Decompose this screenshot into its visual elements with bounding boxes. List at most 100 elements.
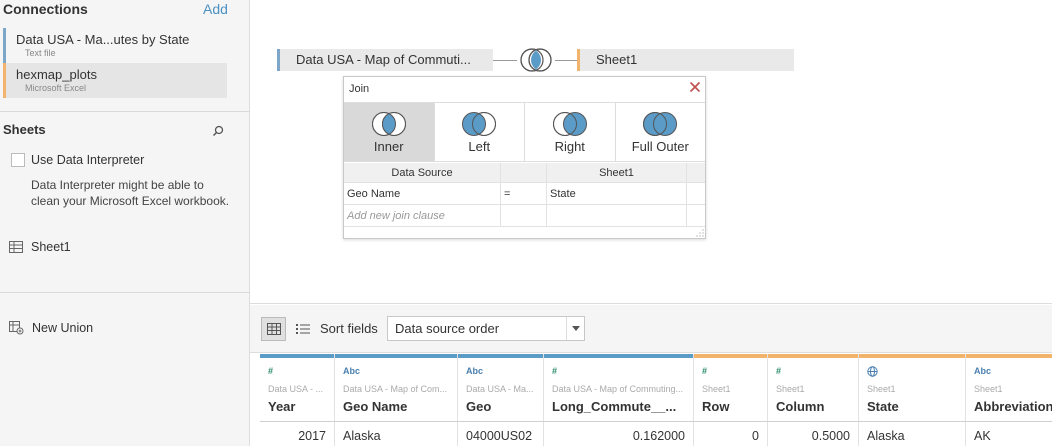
union-icon xyxy=(9,321,24,335)
string-type-icon[interactable]: Abc xyxy=(343,366,360,376)
column-source: Sheet1 xyxy=(974,384,1003,394)
column-source: Sheet1 xyxy=(867,384,896,394)
column-name: Year xyxy=(268,399,296,414)
connection-name: Data USA - Ma...utes by State xyxy=(16,32,190,47)
cell-value: 0.5000 xyxy=(811,429,850,443)
join-clause-row[interactable]: Geo Name = State xyxy=(344,183,705,205)
sort-fields-value: Data source order xyxy=(395,321,500,336)
join-type-inner[interactable]: Inner xyxy=(344,103,435,161)
column-header-row[interactable]: # Sheet1 Row 0 xyxy=(694,354,768,446)
sheet-item-label: Sheet1 xyxy=(31,240,71,254)
clause-header-spacer xyxy=(687,163,705,182)
add-join-clause[interactable]: Add new join clause xyxy=(344,205,501,226)
column-source: Data USA - ... xyxy=(268,384,324,394)
connection-item-hexmap[interactable]: hexmap_plots Microsoft Excel xyxy=(3,63,227,98)
source-color-bar xyxy=(966,354,1052,358)
sheet-grid-icon xyxy=(9,241,23,253)
grid-view-icon xyxy=(266,323,281,335)
source-color-bar xyxy=(458,354,543,358)
left-join-icon xyxy=(462,112,497,136)
join-dialog-title: Join xyxy=(349,83,370,95)
column-header-abbreviation[interactable]: Abc Sheet1 Abbreviation AK xyxy=(966,354,1052,446)
source-color-bar xyxy=(694,354,767,358)
globe-icon[interactable] xyxy=(867,366,878,377)
column-source: Data USA - Ma... xyxy=(466,384,534,394)
list-view-icon xyxy=(296,324,310,334)
column-name: Long_Commute__... xyxy=(552,399,677,414)
column-name: Abbreviation xyxy=(974,399,1052,414)
source-color-bar xyxy=(544,354,693,358)
clause-header-right: Sheet1 xyxy=(547,163,687,182)
chevron-down-icon[interactable] xyxy=(566,317,584,340)
header-row-divider xyxy=(260,421,1052,422)
source-color-bar xyxy=(260,354,334,358)
cell-value: 0 xyxy=(752,429,759,443)
join-type-full-outer[interactable]: Full Outer xyxy=(616,103,706,161)
source-color-bar xyxy=(859,354,965,358)
column-source: Data USA - Map of Com... xyxy=(343,384,448,394)
column-header-column[interactable]: # Sheet1 Column 0.5000 xyxy=(768,354,859,446)
full-outer-join-icon xyxy=(643,112,678,136)
cell-value: 2017 xyxy=(298,429,326,443)
clause-right-empty xyxy=(547,205,687,226)
join-dialog: Join Inner Left Right Full Outer Data So… xyxy=(343,76,706,239)
column-header-geo-name[interactable]: Abc Data USA - Map of Com... Geo Name Al… xyxy=(335,354,458,446)
search-icon[interactable] xyxy=(211,124,225,138)
sort-fields-select[interactable]: Data source order xyxy=(387,316,585,341)
sheet-item-sheet1[interactable]: Sheet1 xyxy=(9,240,71,254)
clause-left-field[interactable]: Geo Name xyxy=(344,183,501,204)
column-name: Geo Name xyxy=(343,399,408,414)
string-type-icon[interactable]: Abc xyxy=(974,366,991,376)
join-type-selector: Inner Left Right Full Outer xyxy=(344,102,705,162)
connection-type: Microsoft Excel xyxy=(25,83,87,93)
column-header-year[interactable]: # Data USA - ... Year 2017 xyxy=(260,354,335,446)
divider xyxy=(0,111,250,112)
number-type-icon[interactable]: # xyxy=(702,366,707,376)
left-pane: Connections Add Data USA - Ma...utes by … xyxy=(0,0,250,446)
left-table-pill[interactable]: Data USA - Map of Commuti... xyxy=(277,49,493,71)
new-union-item[interactable]: New Union xyxy=(9,321,93,335)
column-source: Sheet1 xyxy=(702,384,731,394)
data-interpreter-label: Use Data Interpreter xyxy=(31,153,145,167)
column-name: Geo xyxy=(466,399,492,414)
connection-name: hexmap_plots xyxy=(16,67,97,82)
clause-spacer xyxy=(687,205,705,226)
column-name: Row xyxy=(702,399,730,414)
clause-right-field[interactable]: State xyxy=(547,183,687,204)
join-type-label: Left xyxy=(468,139,491,154)
add-connection-link[interactable]: Add xyxy=(203,1,228,17)
data-interpreter-description: Data Interpreter might be able to clean … xyxy=(31,178,230,208)
column-header-geo[interactable]: Abc Data USA - Ma... Geo 04000US02 xyxy=(458,354,544,446)
clause-operator[interactable]: = xyxy=(501,183,547,204)
sort-fields-label: Sort fields xyxy=(320,321,378,336)
number-type-icon[interactable]: # xyxy=(552,366,557,376)
grid-view-button[interactable] xyxy=(261,317,286,341)
join-type-left[interactable]: Left xyxy=(435,103,525,161)
source-color-bar xyxy=(768,354,858,358)
number-type-icon[interactable]: # xyxy=(268,366,273,376)
inner-join-icon[interactable] xyxy=(517,47,555,73)
column-header-long-commute[interactable]: # Data USA - Map of Commuting... Long_Co… xyxy=(544,354,694,446)
resize-grip-icon[interactable] xyxy=(696,229,704,237)
data-interpreter-checkbox[interactable] xyxy=(11,153,25,167)
clause-header-left: Data Source xyxy=(344,163,501,182)
clause-header-row: Data Source Sheet1 xyxy=(344,163,705,183)
source-color-bar xyxy=(335,354,457,358)
column-header-state[interactable]: Sheet1 State Alaska xyxy=(859,354,966,446)
string-type-icon[interactable]: Abc xyxy=(466,366,483,376)
column-name: Column xyxy=(776,399,825,414)
add-clause-row[interactable]: Add new join clause xyxy=(344,205,705,227)
join-connector xyxy=(555,60,577,61)
close-icon[interactable] xyxy=(689,81,701,93)
join-type-right[interactable]: Right xyxy=(525,103,616,161)
cell-value: AK xyxy=(974,429,991,443)
clause-header-op xyxy=(501,163,547,182)
cell-value: 04000US02 xyxy=(466,429,533,443)
grid-toolbar: Sort fields Data source order xyxy=(250,305,1052,353)
column-name: State xyxy=(867,399,899,414)
number-type-icon[interactable]: # xyxy=(776,366,781,376)
right-table-pill[interactable]: Sheet1 xyxy=(577,49,794,71)
join-connector xyxy=(493,60,517,61)
connection-item-datausa[interactable]: Data USA - Ma...utes by State Text file xyxy=(3,28,227,63)
list-view-button[interactable] xyxy=(293,317,313,341)
